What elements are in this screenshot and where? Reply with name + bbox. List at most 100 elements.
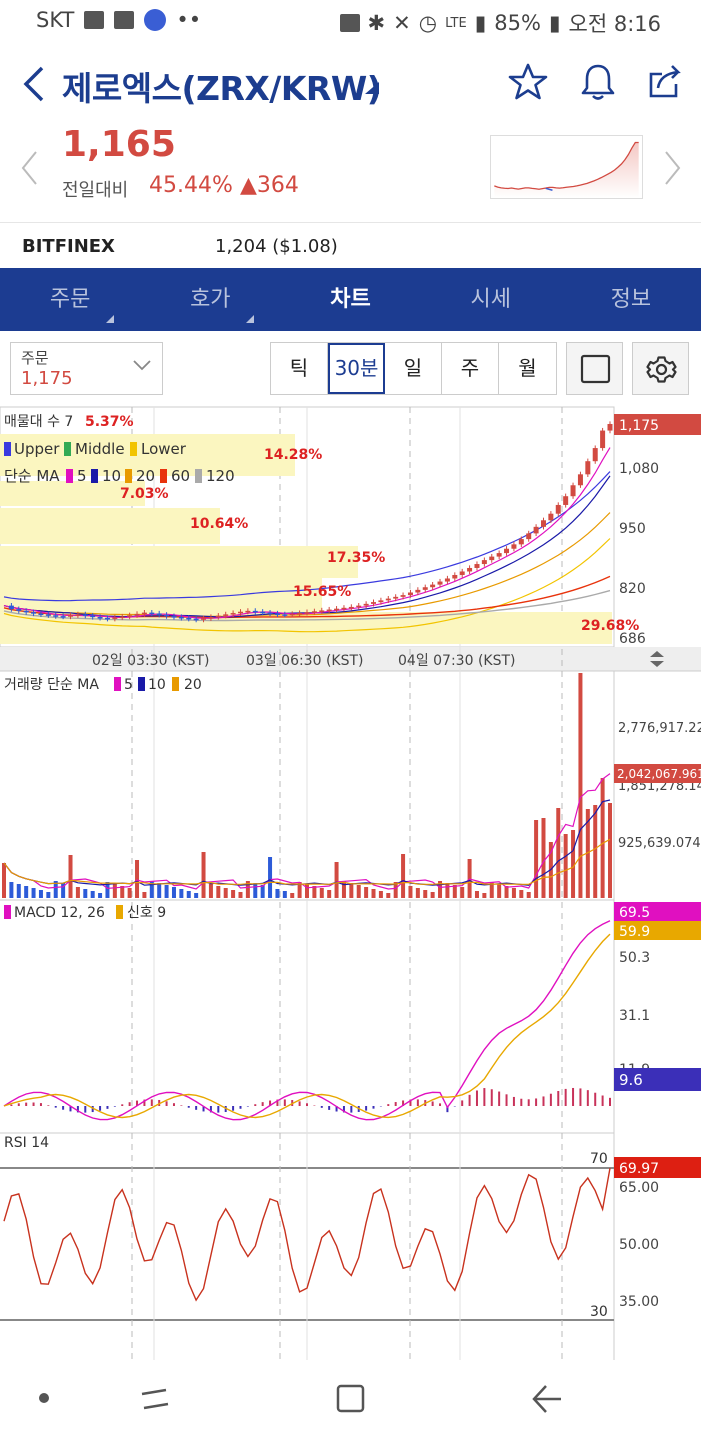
- candle-body: [38, 613, 44, 615]
- candle-body: [60, 616, 66, 618]
- mute-icon: ✕: [393, 11, 411, 35]
- cube-icon: [114, 11, 135, 29]
- period-day[interactable]: 일: [385, 343, 442, 394]
- order-price-select[interactable]: 주문 1,175: [10, 342, 163, 395]
- candle-body: [230, 613, 236, 615]
- volume-bar: [356, 885, 361, 898]
- period-week[interactable]: 주: [442, 343, 499, 394]
- candle-body: [90, 615, 96, 618]
- period-tick[interactable]: 틱: [271, 343, 328, 394]
- candle-body: [215, 615, 221, 618]
- tab-bar: 주문 호가 차트 시세 정보: [0, 268, 701, 331]
- volume-bar: [31, 888, 36, 898]
- rsi-tick: 35.00: [619, 1294, 659, 1310]
- volume-bar: [83, 889, 88, 898]
- tab-info[interactable]: 정보: [561, 268, 701, 331]
- vol-ma-20: 20: [184, 677, 202, 693]
- volume-bar: [571, 830, 576, 898]
- ma-legend-5: 5: [77, 467, 87, 485]
- candle-body: [459, 571, 465, 575]
- recent-apps-icon[interactable]: [138, 1382, 172, 1416]
- candle-body: [518, 539, 524, 545]
- volume-bar: [482, 893, 487, 898]
- candle-body: [97, 616, 103, 619]
- candle-body: [407, 592, 413, 596]
- rsi-level-30: 30: [590, 1304, 608, 1320]
- candle-body: [563, 496, 569, 505]
- volume-profile-legend: 매물대 수 7: [4, 414, 73, 430]
- candle-body: [104, 617, 110, 620]
- bell-icon[interactable]: [578, 62, 618, 102]
- volume-bar: [378, 891, 383, 898]
- macd-legend: MACD 12, 26: [14, 905, 105, 921]
- next-chevron-icon[interactable]: [662, 150, 682, 186]
- candle-body: [208, 616, 214, 619]
- volume-bar: [24, 886, 29, 898]
- volume-bar: [474, 891, 479, 898]
- candle-body: [474, 564, 480, 568]
- rsi-tick: 50.00: [619, 1237, 659, 1253]
- candle-body: [526, 533, 532, 540]
- volume-bar: [275, 889, 280, 898]
- share-icon[interactable]: [646, 62, 686, 102]
- price-tick: 686: [619, 631, 646, 647]
- volume-bar: [578, 673, 583, 898]
- last-price-badge-text: 1,175: [619, 418, 659, 434]
- page-title[interactable]: 제로엑스(ZRX/KRW): [62, 62, 382, 110]
- candle-body: [577, 474, 583, 486]
- candle-body: [45, 614, 51, 616]
- price-tick: 820: [619, 581, 646, 597]
- price-tick: 950: [619, 521, 646, 537]
- prev-chevron-icon[interactable]: [20, 150, 40, 186]
- ma-legend-20: 20: [136, 467, 155, 485]
- candle-body: [164, 614, 170, 617]
- exchange-price: 1,204 ($1.08): [215, 236, 338, 257]
- volume-bar: [38, 890, 43, 898]
- time-label: 02일 03:30 (KST): [92, 653, 209, 669]
- tab-chart[interactable]: 차트: [280, 268, 420, 331]
- volume-bar: [127, 888, 132, 898]
- candle-body: [400, 595, 406, 597]
- volume-bar: [556, 808, 561, 898]
- candle-body: [112, 617, 118, 619]
- chart-area[interactable]: 매물대 수 7 5.37% Upper Middle Lower 단순 MA 5…: [0, 406, 701, 1360]
- candle-body: [31, 612, 37, 614]
- period-month[interactable]: 월: [499, 343, 556, 394]
- candle-body: [393, 596, 399, 599]
- sparkline-chart[interactable]: [490, 135, 643, 199]
- current-price: 1,165: [62, 124, 176, 165]
- volume-bar: [430, 892, 435, 898]
- home-icon[interactable]: [334, 1382, 368, 1416]
- tab-orderbook[interactable]: 호가: [140, 268, 280, 331]
- price-tick: 1,080: [619, 461, 659, 477]
- ma-legend-10: 10: [102, 467, 121, 485]
- candle-body: [127, 615, 133, 617]
- period-30min[interactable]: 30분: [328, 343, 385, 394]
- volume-bar: [260, 885, 265, 898]
- macd-tick: 31.1: [619, 1008, 650, 1024]
- candle-body: [540, 520, 546, 527]
- volume-bar: [563, 834, 568, 898]
- volume-bar: [75, 887, 80, 898]
- recycle-icon: [339, 14, 360, 32]
- settings-button[interactable]: [632, 342, 689, 395]
- candle-body: [489, 556, 495, 561]
- caret-down-icon[interactable]: [365, 82, 379, 94]
- vol-ma-10: 10: [148, 677, 166, 693]
- candle-body: [356, 605, 362, 608]
- tab-market[interactable]: 시세: [421, 268, 561, 331]
- nav-back-icon[interactable]: [530, 1382, 564, 1416]
- fullscreen-button[interactable]: [566, 342, 623, 395]
- carrier-label: SKT: [36, 8, 75, 32]
- macd-tick: 50.3: [619, 950, 650, 966]
- dot-icon[interactable]: [36, 1390, 52, 1406]
- signal-badge-text: 59.9: [619, 924, 650, 940]
- tab-order[interactable]: 주문: [0, 268, 140, 331]
- volume-bar: [186, 891, 191, 898]
- volume-bar: [201, 852, 206, 898]
- volume-bar: [519, 890, 524, 898]
- change-percent: 45.44%: [149, 173, 233, 198]
- candle-body: [141, 612, 147, 615]
- back-icon[interactable]: [18, 64, 48, 104]
- star-icon[interactable]: [508, 62, 548, 102]
